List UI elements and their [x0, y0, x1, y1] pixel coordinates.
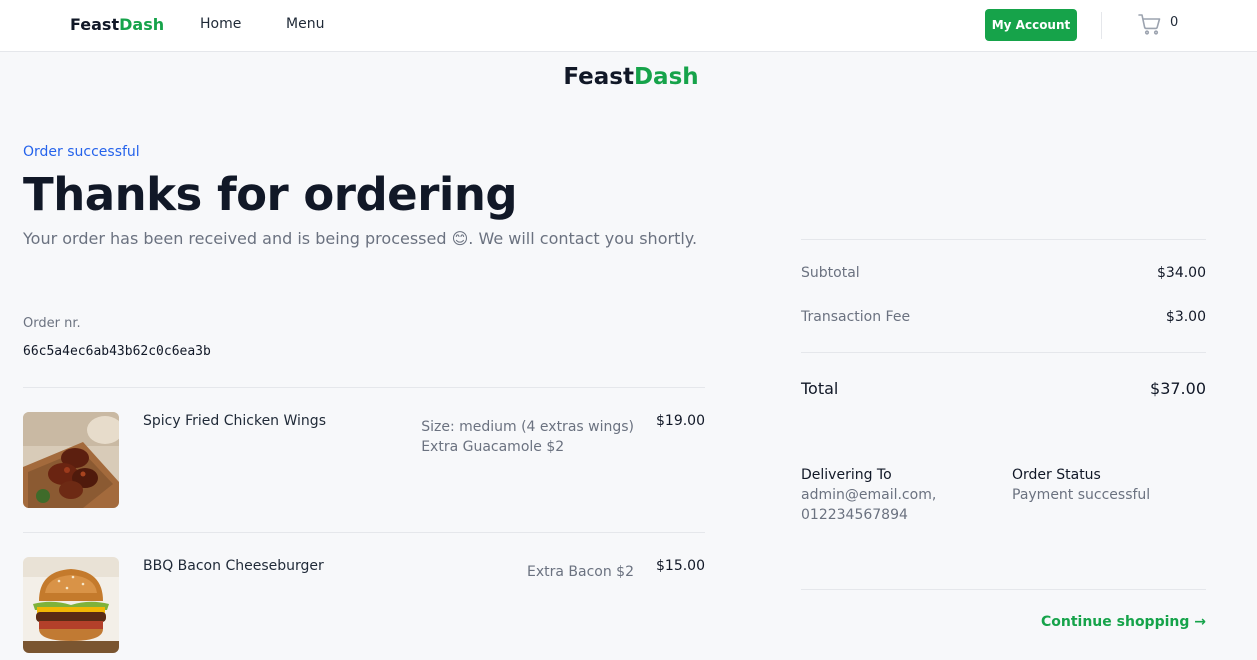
cart-count: 0 [1170, 15, 1179, 30]
delivery-email: admin@email.com, [801, 487, 937, 503]
order-confirmation-message: Your order has been received and is bein… [23, 229, 697, 248]
page-title: Thanks for ordering [23, 168, 518, 221]
message-text-after: . We will contact you shortly. [468, 229, 698, 248]
item-price: $19.00 [656, 413, 705, 429]
item-name: BBQ Bacon Cheeseburger [143, 558, 324, 574]
order-number-label: Order nr. [23, 316, 81, 331]
page-brand-logo: FeastDash [0, 64, 1257, 90]
item-price: $15.00 [656, 558, 705, 574]
total-value: $37.00 [1150, 379, 1206, 398]
message-text-before: Your order has been received and is bein… [23, 229, 452, 248]
nav-divider [1101, 12, 1102, 39]
item-option: Size: medium (4 extras wings) [421, 419, 634, 435]
transaction-fee-value: $3.00 [1165, 309, 1206, 325]
continue-shopping-link[interactable]: Continue shopping → [1041, 614, 1206, 630]
transaction-fee-label: Transaction Fee [801, 309, 911, 325]
total-label: Total [801, 379, 839, 398]
delivery-info: Delivering To admin@email.com, 012234567… [801, 465, 936, 525]
divider [801, 352, 1206, 353]
order-status-title: Order Status [1012, 467, 1101, 483]
order-success-label: Order successful [23, 144, 140, 160]
nav-link-menu[interactable]: Menu [286, 16, 324, 32]
order-status-info: Order Status Payment successful [1012, 465, 1150, 505]
cart-icon [1138, 14, 1161, 35]
item-option: Extra Guacamole $2 [421, 439, 565, 455]
subtotal-value: $34.00 [1157, 265, 1206, 281]
smile-emoji-icon: 😊 [451, 229, 469, 248]
order-status-value: Payment successful [1012, 487, 1151, 503]
nav-link-home[interactable]: Home [200, 16, 241, 32]
chicken-wings-image [23, 412, 119, 508]
divider [801, 239, 1206, 240]
order-number-value: 66c5a4ec6ab43b62c0c6ea3b [23, 344, 211, 359]
brand-logo-part2: Dash [119, 15, 165, 34]
item-option: Extra Bacon $2 [527, 564, 634, 580]
item-name: Spicy Fried Chicken Wings [143, 413, 326, 429]
item-options: Size: medium (4 extras wings) Extra Guac… [421, 417, 634, 457]
cart-button[interactable]: 0 [1138, 12, 1183, 38]
divider [23, 532, 705, 533]
cheeseburger-image [23, 557, 119, 653]
order-item: Spicy Fried Chicken Wings Size: medium (… [23, 412, 705, 508]
brand-logo-part1: Feast [70, 15, 120, 34]
divider [801, 589, 1206, 590]
page-brand-part1: Feast [563, 64, 634, 90]
order-item: BBQ Bacon Cheeseburger Extra Bacon $2 $1… [23, 557, 705, 653]
page-brand-part2: Dash [633, 64, 699, 90]
divider [23, 387, 705, 388]
item-options: Extra Bacon $2 [527, 562, 634, 582]
subtotal-label: Subtotal [801, 265, 860, 281]
delivery-phone: 012234567894 [801, 507, 908, 523]
delivering-to-title: Delivering To [801, 467, 892, 483]
my-account-button[interactable]: My Account [985, 9, 1077, 41]
top-navigation-bar: FeastDash Home Menu My Account 0 [0, 0, 1257, 52]
brand-logo[interactable]: FeastDash [70, 15, 164, 34]
